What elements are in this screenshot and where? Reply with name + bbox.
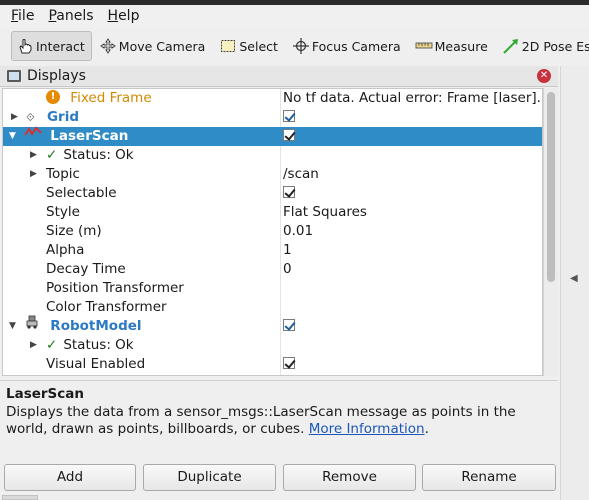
grid-enabled-checkbox[interactable] <box>283 110 295 122</box>
robotmodel-label: RobotModel <box>50 318 142 334</box>
tree-row-visual-enabled[interactable]: Visual Enabled <box>3 355 542 374</box>
tree-row-style[interactable]: Style Flat Squares <box>3 203 542 222</box>
menu-panels[interactable]: Panels <box>41 6 100 26</box>
tree-row-robotmodel-status[interactable]: ▶ ✓ Status: Ok <box>3 336 542 355</box>
tree-row-laserscan[interactable]: ▼ LaserScan <box>3 125 542 146</box>
tree-row-laserscan-status[interactable]: ▶ ✓ Status: Ok <box>3 146 542 165</box>
tree-row-fixed-frame[interactable]: ! Fixed Frame No tf data. Actual error: … <box>3 89 542 108</box>
selectable-label: Selectable <box>46 185 117 201</box>
expand-arrow-icon[interactable]: ▶ <box>30 146 37 165</box>
select-tool-button[interactable]: Select <box>214 31 285 61</box>
tree-row-size[interactable]: Size (m) 0.01 <box>3 222 542 241</box>
expand-arrow-icon[interactable]: ▶ <box>30 336 37 355</box>
laserscan-label: LaserScan <box>50 128 129 144</box>
tree-row-grid[interactable]: ▶ ⟐ Grid <box>3 108 542 127</box>
expand-arrow-icon[interactable]: ▶ <box>30 165 37 184</box>
add-button[interactable]: Add <box>4 464 136 491</box>
description-panel: LaserScan Displays the data from a senso… <box>0 380 558 456</box>
grid-icon: ⟐ <box>26 111 35 124</box>
tree-row-color-transformer[interactable]: Color Transformer <box>3 298 542 317</box>
color-transformer-label: Color Transformer <box>46 299 167 315</box>
decay-time-label: Decay Time <box>46 261 126 277</box>
topic-label: Topic <box>46 166 80 182</box>
displays-tree: ! Fixed Frame No tf data. Actual error: … <box>2 88 543 376</box>
collapse-arrow-icon[interactable]: ▼ <box>9 127 16 146</box>
alpha-value[interactable]: 1 <box>283 241 292 260</box>
interact-tool-button[interactable]: Interact <box>11 31 92 61</box>
pose-estimate-tool-button[interactable]: 2D Pose Est <box>497 31 589 61</box>
monitor-icon <box>7 70 21 82</box>
size-value[interactable]: 0.01 <box>283 222 313 241</box>
warning-icon: ! <box>46 90 60 104</box>
description-title: LaserScan <box>6 386 85 402</box>
grid-label: Grid <box>46 109 79 125</box>
style-label: Style <box>46 204 80 220</box>
checkmark-icon: ✓ <box>46 337 58 353</box>
laserscan-enabled-checkbox[interactable] <box>283 129 295 141</box>
collapse-left-icon[interactable]: ◀ <box>570 273 578 284</box>
displays-panel-header: Displays ✕ <box>0 66 558 87</box>
size-label: Size (m) <box>46 223 102 239</box>
laserscan-status-label: Status: Ok <box>63 147 134 163</box>
more-information-link[interactable]: More Information <box>309 421 425 437</box>
fixed-frame-label: Fixed Frame <box>70 90 152 106</box>
crosshair-icon <box>292 37 310 55</box>
topic-value[interactable]: /scan <box>283 165 319 184</box>
duplicate-button[interactable]: Duplicate <box>143 464 276 491</box>
visual-enabled-checkbox[interactable] <box>283 357 295 369</box>
fixed-frame-value: No tf data. Actual error: Frame [laser]. <box>283 90 541 106</box>
measure-tool-button[interactable]: Measure <box>410 31 495 61</box>
visual-enabled-label: Visual Enabled <box>46 356 146 372</box>
displays-scrollbar[interactable] <box>543 88 558 376</box>
robotmodel-status-label: Status: Ok <box>63 337 134 353</box>
robotmodel-enabled-checkbox[interactable] <box>283 319 295 331</box>
move-arrows-icon <box>99 37 117 55</box>
move-camera-tool-button[interactable]: Move Camera <box>94 31 213 61</box>
focus-camera-tool-button[interactable]: Focus Camera <box>287 31 408 61</box>
selectable-checkbox[interactable] <box>283 186 295 198</box>
description-text: Displays the data from a sensor_msgs::La… <box>6 404 516 437</box>
tree-row-selectable[interactable]: Selectable <box>3 184 542 203</box>
rename-button[interactable]: Rename <box>422 464 556 491</box>
tree-row-topic[interactable]: ▶ Topic /scan <box>3 165 542 184</box>
tree-row-alpha[interactable]: Alpha 1 <box>3 241 542 260</box>
checkmark-icon: ✓ <box>46 147 58 163</box>
hand-pointer-icon <box>16 37 34 55</box>
side-panel-handle[interactable]: ◀ <box>560 66 589 500</box>
style-value[interactable]: Flat Squares <box>283 203 367 222</box>
alpha-label: Alpha <box>46 242 85 258</box>
displays-panel-title: Displays <box>27 68 86 84</box>
scrollbar-thumb[interactable] <box>547 92 555 282</box>
tree-row-position-transformer[interactable]: Position Transformer <box>3 279 542 298</box>
ruler-icon <box>415 37 433 55</box>
toolbar: Interact Move Camera Select Focus Camera… <box>0 29 589 63</box>
expand-arrow-icon[interactable]: ▶ <box>11 108 18 127</box>
tree-row-robotmodel[interactable]: ▼ RobotModel <box>3 315 542 336</box>
menu-file[interactable]: File <box>4 6 41 26</box>
laserscan-icon <box>24 125 42 144</box>
select-box-icon <box>219 37 237 55</box>
close-icon[interactable]: ✕ <box>537 69 551 83</box>
green-arrow-icon <box>502 37 520 55</box>
menu-bar: File Panels Help <box>0 5 589 27</box>
decay-time-value[interactable]: 0 <box>283 260 292 279</box>
collapse-arrow-icon[interactable]: ▼ <box>9 317 16 336</box>
position-transformer-label: Position Transformer <box>46 280 184 296</box>
bottom-panel-handle[interactable] <box>2 495 38 500</box>
menu-help[interactable]: Help <box>101 6 147 26</box>
remove-button[interactable]: Remove <box>283 464 416 491</box>
robot-icon <box>24 315 40 335</box>
display-buttons: Add Duplicate Remove Rename <box>4 464 558 492</box>
tree-row-decay-time[interactable]: Decay Time 0 <box>3 260 542 279</box>
